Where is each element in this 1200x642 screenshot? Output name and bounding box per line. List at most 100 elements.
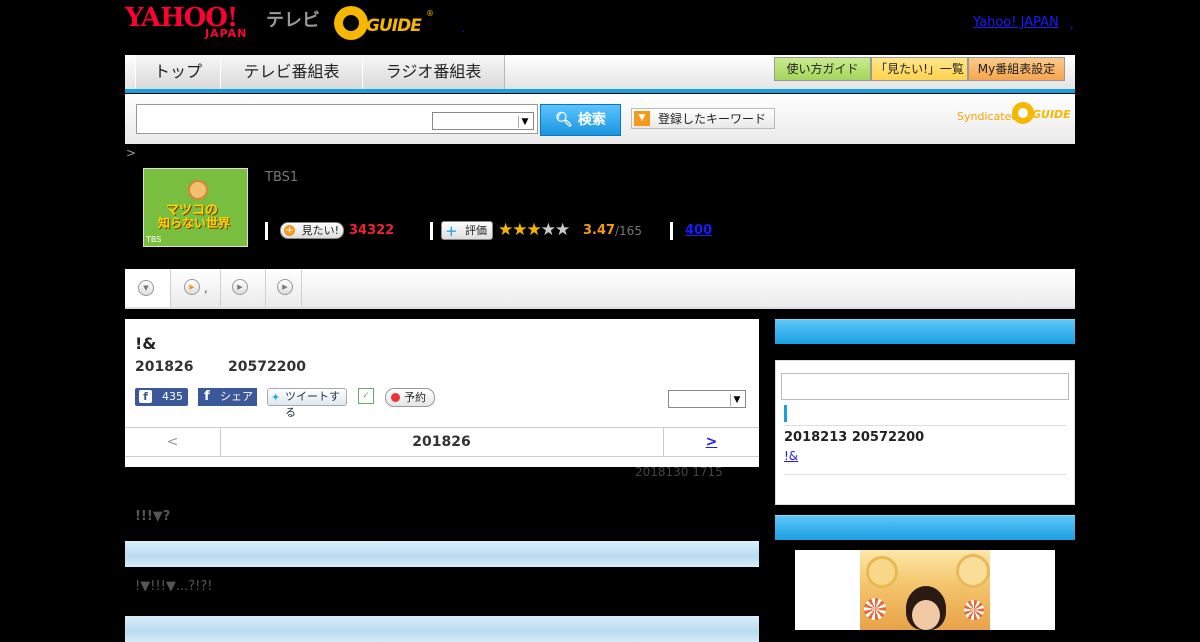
nav-tab-top[interactable]: トップ bbox=[135, 55, 221, 89]
divider bbox=[784, 425, 1066, 426]
episode-title: !& bbox=[135, 334, 157, 353]
tab-4[interactable]: ▶ bbox=[265, 269, 302, 307]
search-button-label: 検索 bbox=[577, 112, 606, 128]
syndicated-label: Syndicated bbox=[957, 110, 1019, 123]
host-face bbox=[912, 600, 940, 630]
divider bbox=[670, 222, 673, 240]
section-band bbox=[125, 616, 759, 642]
tab-2[interactable]: ▶ , bbox=[170, 269, 221, 307]
rate-label: 評価 bbox=[465, 224, 487, 237]
lollipop-decoration bbox=[964, 600, 984, 620]
side-panel-header bbox=[775, 319, 1075, 344]
program-thumbnail: マツコの 知らない世界 TBS bbox=[143, 168, 248, 247]
facebook-icon: f bbox=[204, 389, 210, 404]
rating-count: /165 bbox=[615, 224, 642, 238]
side-episode-date: 2018213 20572200 bbox=[784, 430, 925, 445]
side-search-input[interactable] bbox=[781, 373, 1069, 400]
plus-icon: + bbox=[284, 225, 295, 236]
play-icon: ▶ bbox=[277, 279, 293, 295]
pager-prev[interactable]: < bbox=[125, 428, 221, 456]
star-icon: ★ bbox=[540, 220, 556, 240]
gguide-g-mark bbox=[334, 6, 368, 40]
want-list-button[interactable]: 「見たい!」一覧 bbox=[871, 57, 968, 81]
episode-section-text: !▼!!!▼...?!?! bbox=[135, 579, 213, 594]
side-section-marker bbox=[784, 405, 787, 422]
registered-keyword-label: 登録したキーワード bbox=[658, 112, 767, 126]
guide-button[interactable]: 使い方ガイド bbox=[774, 57, 871, 81]
breadcrumb[interactable]: > bbox=[126, 146, 136, 160]
episode-description: !!!▼? bbox=[135, 509, 171, 524]
nav-tab-tv-schedule[interactable]: テレビ番組表 bbox=[220, 55, 363, 89]
rating-score: 3.47 bbox=[583, 223, 616, 238]
chevron-down-icon: ▼ bbox=[730, 394, 743, 406]
facebook-like-count: 435 bbox=[162, 390, 183, 403]
episode-time: 20572200 bbox=[228, 359, 306, 375]
syndicated-g-mark bbox=[1012, 102, 1034, 124]
yahoo-japan-subtitle: JAPAN bbox=[205, 27, 248, 40]
tweet-button[interactable]: ✦ ツイートする bbox=[267, 388, 347, 419]
episode-select[interactable]: ▼ bbox=[668, 390, 746, 408]
rate-button[interactable]: + 評価 bbox=[441, 221, 493, 240]
lollipop-decoration bbox=[864, 598, 886, 620]
syndicated-logo-text: GUIDE bbox=[1032, 108, 1071, 121]
tv-label[interactable]: テレビ bbox=[266, 6, 320, 32]
facebook-share-button[interactable]: f シェア bbox=[198, 388, 257, 406]
thumbnail-title-line2: 知らない世界 bbox=[158, 216, 231, 230]
reserve-label: 予約 bbox=[404, 391, 426, 404]
thumbnail-channel: TBS bbox=[146, 235, 162, 244]
search-category-select[interactable]: ▼ bbox=[432, 112, 534, 130]
facebook-like-button[interactable]: f 435 bbox=[135, 388, 188, 406]
header-dot-link[interactable]: . bbox=[462, 24, 465, 35]
star-icon: ★ bbox=[512, 220, 527, 240]
syndicated-gguide-logo: GUIDE bbox=[1012, 102, 1071, 124]
chevron-down-icon: ▼ bbox=[518, 116, 531, 128]
facebook-share-label: シェア bbox=[220, 390, 253, 403]
updated-timestamp: 2018130 1715 bbox=[635, 465, 723, 479]
candy-decoration bbox=[866, 556, 898, 588]
want-to-see-button[interactable]: + 見たい! bbox=[280, 222, 344, 239]
main-nav: トップ テレビ番組表 ラジオ番組表 使い方ガイド 「見たい!」一覧 My番組表設… bbox=[125, 55, 1075, 93]
twitter-bird-icon: ✦ bbox=[271, 391, 281, 404]
record-dot-icon bbox=[391, 393, 400, 402]
tab-2-label: , bbox=[204, 281, 208, 295]
reserve-button[interactable]: 予約 bbox=[385, 388, 435, 407]
triangle-down-icon: ▼ bbox=[634, 111, 650, 126]
divider bbox=[784, 474, 1066, 475]
episode-date: 201826 bbox=[135, 359, 194, 375]
star-icon: ★ bbox=[555, 220, 570, 240]
gguide-logo[interactable]: GUIDE ® bbox=[334, 6, 434, 40]
divider bbox=[265, 222, 268, 240]
section-band bbox=[125, 541, 759, 567]
pager-current-date: 201826 bbox=[412, 434, 471, 450]
tab-3[interactable]: ▶ bbox=[220, 269, 266, 307]
mixi-check-icon[interactable]: ✓ bbox=[358, 388, 374, 404]
rating-stars: ★★★★★ bbox=[498, 220, 570, 240]
play-icon: ▶ bbox=[184, 279, 200, 295]
divider bbox=[430, 222, 433, 240]
chevron-down-icon: ▼ bbox=[138, 280, 154, 296]
episode-pager: < 201826 > bbox=[125, 427, 759, 457]
star-icon: ★ bbox=[526, 220, 542, 240]
nav-tab-radio-schedule[interactable]: ラジオ番組表 bbox=[362, 55, 505, 89]
star-icon: ★ bbox=[498, 220, 513, 240]
pager-next[interactable]: > bbox=[663, 428, 759, 456]
search-button[interactable]: 🔍︎ 検索 bbox=[540, 104, 621, 136]
play-icon: ▶ bbox=[232, 279, 248, 295]
host-photo bbox=[860, 550, 990, 630]
facebook-icon: f bbox=[139, 390, 152, 403]
header-comma-link[interactable]: , bbox=[1070, 17, 1074, 31]
candy-decoration bbox=[956, 554, 990, 588]
tweet-label: ツイートする bbox=[285, 390, 340, 419]
yahoo-japan-link[interactable]: Yahoo! JAPAN bbox=[973, 15, 1059, 30]
want-to-see-label: 見たい! bbox=[301, 224, 339, 237]
side-episode-link[interactable]: !& bbox=[784, 449, 798, 463]
plus-icon: + bbox=[445, 222, 458, 240]
gguide-logo-text: GUIDE bbox=[366, 16, 422, 36]
my-schedule-button[interactable]: My番組表設定 bbox=[968, 57, 1065, 81]
side-panel-header-2 bbox=[775, 515, 1075, 540]
gguide-registered-mark: ® bbox=[426, 9, 434, 18]
tab-current[interactable]: ▼ bbox=[125, 269, 171, 307]
registered-keyword-button[interactable]: ▼ 登録したキーワード bbox=[631, 108, 775, 129]
review-count-link[interactable]: 400 bbox=[685, 223, 712, 238]
episode-tab-bar: ▼ ▶ , ▶ ▶ bbox=[125, 269, 1075, 309]
